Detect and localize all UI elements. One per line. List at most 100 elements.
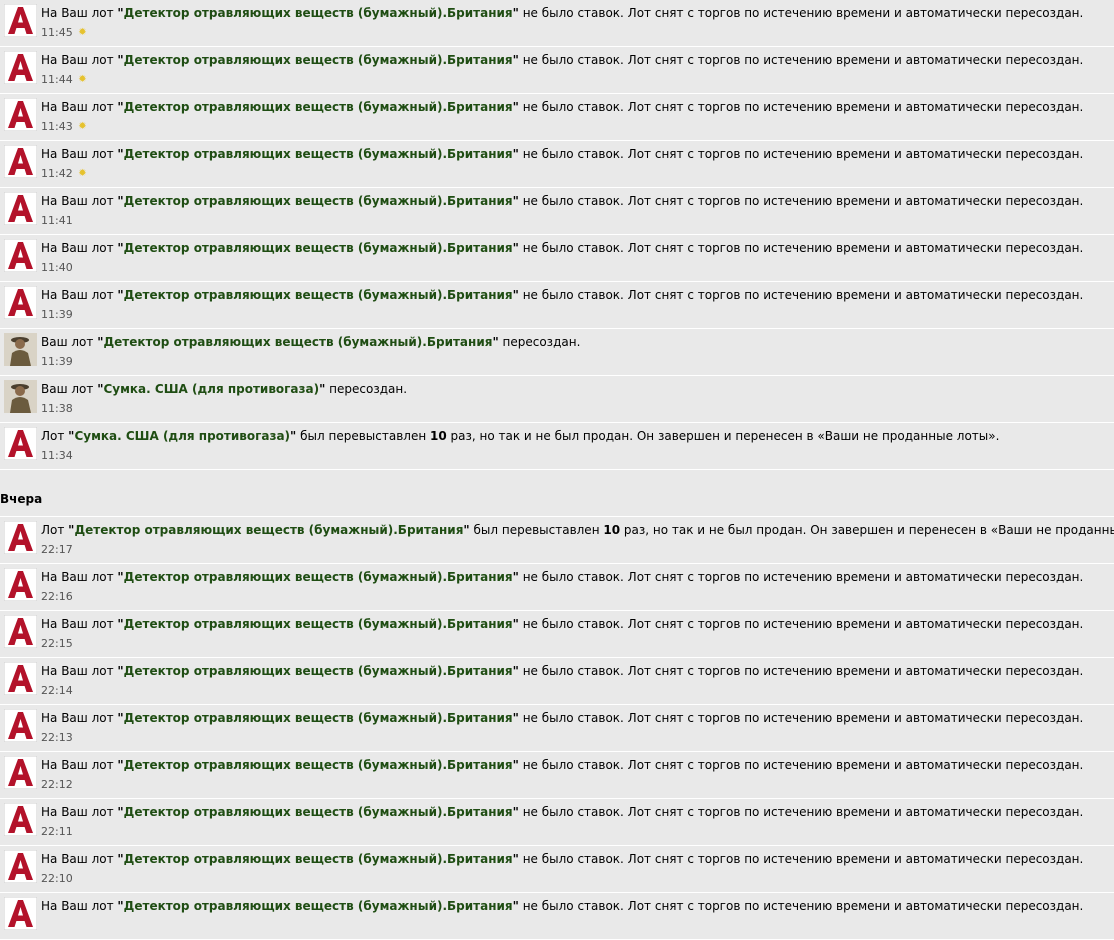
notification-time-wrap: 11:45 ✹: [41, 26, 87, 39]
auction-logo-icon: [4, 521, 37, 554]
message-text: На Ваш лот: [41, 288, 118, 302]
notification-item: На Ваш лот "Детектор отравляющих веществ…: [0, 141, 1114, 188]
auction-logo-icon: [4, 192, 37, 225]
notification-time-wrap: 11:44 ✹: [41, 73, 87, 86]
notification-item: На Ваш лот "Детектор отравляющих веществ…: [0, 564, 1114, 611]
user-avatar: [4, 333, 37, 366]
message-text: На Ваш лот: [41, 147, 118, 161]
notification-time: 11:40: [41, 261, 73, 274]
notification-item: На Ваш лот "Детектор отравляющих веществ…: [0, 188, 1114, 235]
message-text: не было ставок. Лот снят с торгов по ист…: [518, 852, 1084, 866]
message-text: не было ставок. Лот снят с торгов по ист…: [518, 6, 1084, 20]
avatar: [4, 4, 37, 37]
lot-link[interactable]: Детектор отравляющих веществ (бумажный).…: [124, 664, 513, 678]
lot-link[interactable]: Детектор отравляющих веществ (бумажный).…: [124, 617, 513, 631]
lot-link[interactable]: Детектор отравляющих веществ (бумажный).…: [74, 523, 463, 537]
relist-count: 10: [430, 429, 447, 443]
notification-text: Ваш лот "Детектор отравляющих веществ (б…: [41, 335, 580, 350]
user-avatar: [4, 380, 37, 413]
notification-text: На Ваш лот "Детектор отравляющих веществ…: [41, 711, 1083, 726]
notification-time-wrap: 22:13: [41, 731, 73, 744]
notification-time-wrap: 11:41: [41, 214, 73, 227]
lot-link[interactable]: Детектор отравляющих веществ (бумажный).…: [124, 570, 513, 584]
notification-time-wrap: 11:42 ✹: [41, 167, 87, 180]
lot-link[interactable]: Сумка. США (для противогаза): [74, 429, 290, 443]
avatar: [4, 286, 37, 319]
message-text: не было ставок. Лот снят с торгов по ист…: [518, 617, 1084, 631]
auction-logo-icon: [4, 51, 37, 84]
auction-logo-icon: [4, 286, 37, 319]
message-text: На Ваш лот: [41, 852, 118, 866]
notification-item: Ваш лот "Сумка. США (для противогаза)" п…: [0, 376, 1114, 423]
notification-item: На Ваш лот "Детектор отравляющих веществ…: [0, 611, 1114, 658]
message-text: На Ваш лот: [41, 570, 118, 584]
avatar: [4, 239, 37, 272]
notification-time-wrap: 11:39: [41, 355, 73, 368]
message-text: пересоздан.: [325, 382, 408, 396]
notification-time: 11:39: [41, 355, 73, 368]
lot-link[interactable]: Детектор отравляющих веществ (бумажный).…: [124, 758, 513, 772]
message-text: не было ставок. Лот снят с торгов по ист…: [518, 53, 1084, 67]
notification-time-wrap: 22:12: [41, 778, 73, 791]
notification-text: На Ваш лот "Детектор отравляющих веществ…: [41, 241, 1083, 256]
message-text: На Ваш лот: [41, 664, 118, 678]
notification-item: На Ваш лот "Детектор отравляющих веществ…: [0, 893, 1114, 940]
lot-link[interactable]: Детектор отравляющих веществ (бумажный).…: [124, 288, 513, 302]
message-text: На Ваш лот: [41, 758, 118, 772]
notification-time-wrap: 22:16: [41, 590, 73, 603]
notification-text: На Ваш лот "Детектор отравляющих веществ…: [41, 758, 1083, 773]
notification-time: 22:15: [41, 637, 73, 650]
message-text: не было ставок. Лот снят с торгов по ист…: [518, 100, 1084, 114]
notification-text: На Ваш лот "Детектор отравляющих веществ…: [41, 6, 1083, 21]
lot-link[interactable]: Детектор отравляющих веществ (бумажный).…: [124, 241, 513, 255]
message-text: не было ставок. Лот снят с торгов по ист…: [518, 288, 1084, 302]
avatar: [4, 333, 37, 366]
auction-logo-icon: [4, 756, 37, 789]
new-marker-icon: ✹: [78, 168, 87, 179]
lot-link[interactable]: Детектор отравляющих веществ (бумажный).…: [124, 711, 513, 725]
lot-link[interactable]: Детектор отравляющих веществ (бумажный).…: [124, 194, 513, 208]
message-text: не было ставок. Лот снят с торгов по ист…: [518, 711, 1084, 725]
message-text: Ваш лот: [41, 335, 98, 349]
message-text: не было ставок. Лот снят с торгов по ист…: [518, 664, 1084, 678]
notification-time: 22:14: [41, 684, 73, 697]
message-text: На Ваш лот: [41, 617, 118, 631]
lot-link[interactable]: Детектор отравляющих веществ (бумажный).…: [124, 6, 513, 20]
avatar: [4, 709, 37, 742]
auction-logo-icon: [4, 427, 37, 460]
avatar: [4, 615, 37, 648]
message-text: пересоздан.: [498, 335, 581, 349]
notification-time: 11:41: [41, 214, 73, 227]
notification-time: 22:17: [41, 543, 73, 556]
lot-link[interactable]: Детектор отравляющих веществ (бумажный).…: [124, 852, 513, 866]
message-text: Лот: [41, 429, 69, 443]
auction-logo-icon: [4, 662, 37, 695]
lot-link[interactable]: Детектор отравляющих веществ (бумажный).…: [103, 335, 492, 349]
message-text: раз, но так и не был продан. Он завершен…: [446, 429, 1000, 443]
notification-text: На Ваш лот "Детектор отравляющих веществ…: [41, 899, 1083, 914]
lot-link[interactable]: Детектор отравляющих веществ (бумажный).…: [124, 53, 513, 67]
notification-item: На Ваш лот "Детектор отравляющих веществ…: [0, 94, 1114, 141]
lot-link[interactable]: Детектор отравляющих веществ (бумажный).…: [124, 147, 513, 161]
lot-link[interactable]: Детектор отравляющих веществ (бумажный).…: [124, 100, 513, 114]
notification-item: На Ваш лот "Детектор отравляющих веществ…: [0, 799, 1114, 846]
notification-item: На Ваш лот "Детектор отравляющих веществ…: [0, 658, 1114, 705]
notification-text: На Ваш лот "Детектор отравляющих веществ…: [41, 852, 1083, 867]
notification-time: 11:38: [41, 402, 73, 415]
message-text: На Ваш лот: [41, 241, 118, 255]
lot-link[interactable]: Детектор отравляющих веществ (бумажный).…: [124, 805, 513, 819]
message-text: не было ставок. Лот снят с торгов по ист…: [518, 570, 1084, 584]
avatar: [4, 51, 37, 84]
message-text: На Ваш лот: [41, 805, 118, 819]
day-header-yesterday: Вчера: [0, 470, 1114, 517]
auction-logo-icon: [4, 803, 37, 836]
message-text: На Ваш лот: [41, 899, 118, 913]
lot-link[interactable]: Детектор отравляющих веществ (бумажный).…: [124, 899, 513, 913]
message-text: не было ставок. Лот снят с торгов по ист…: [518, 758, 1084, 772]
avatar: [4, 521, 37, 554]
notification-item: На Ваш лот "Детектор отравляющих веществ…: [0, 282, 1114, 329]
auction-logo-icon: [4, 98, 37, 131]
avatar: [4, 662, 37, 695]
lot-link[interactable]: Сумка. США (для противогаза): [103, 382, 319, 396]
new-marker-icon: ✹: [78, 121, 87, 132]
